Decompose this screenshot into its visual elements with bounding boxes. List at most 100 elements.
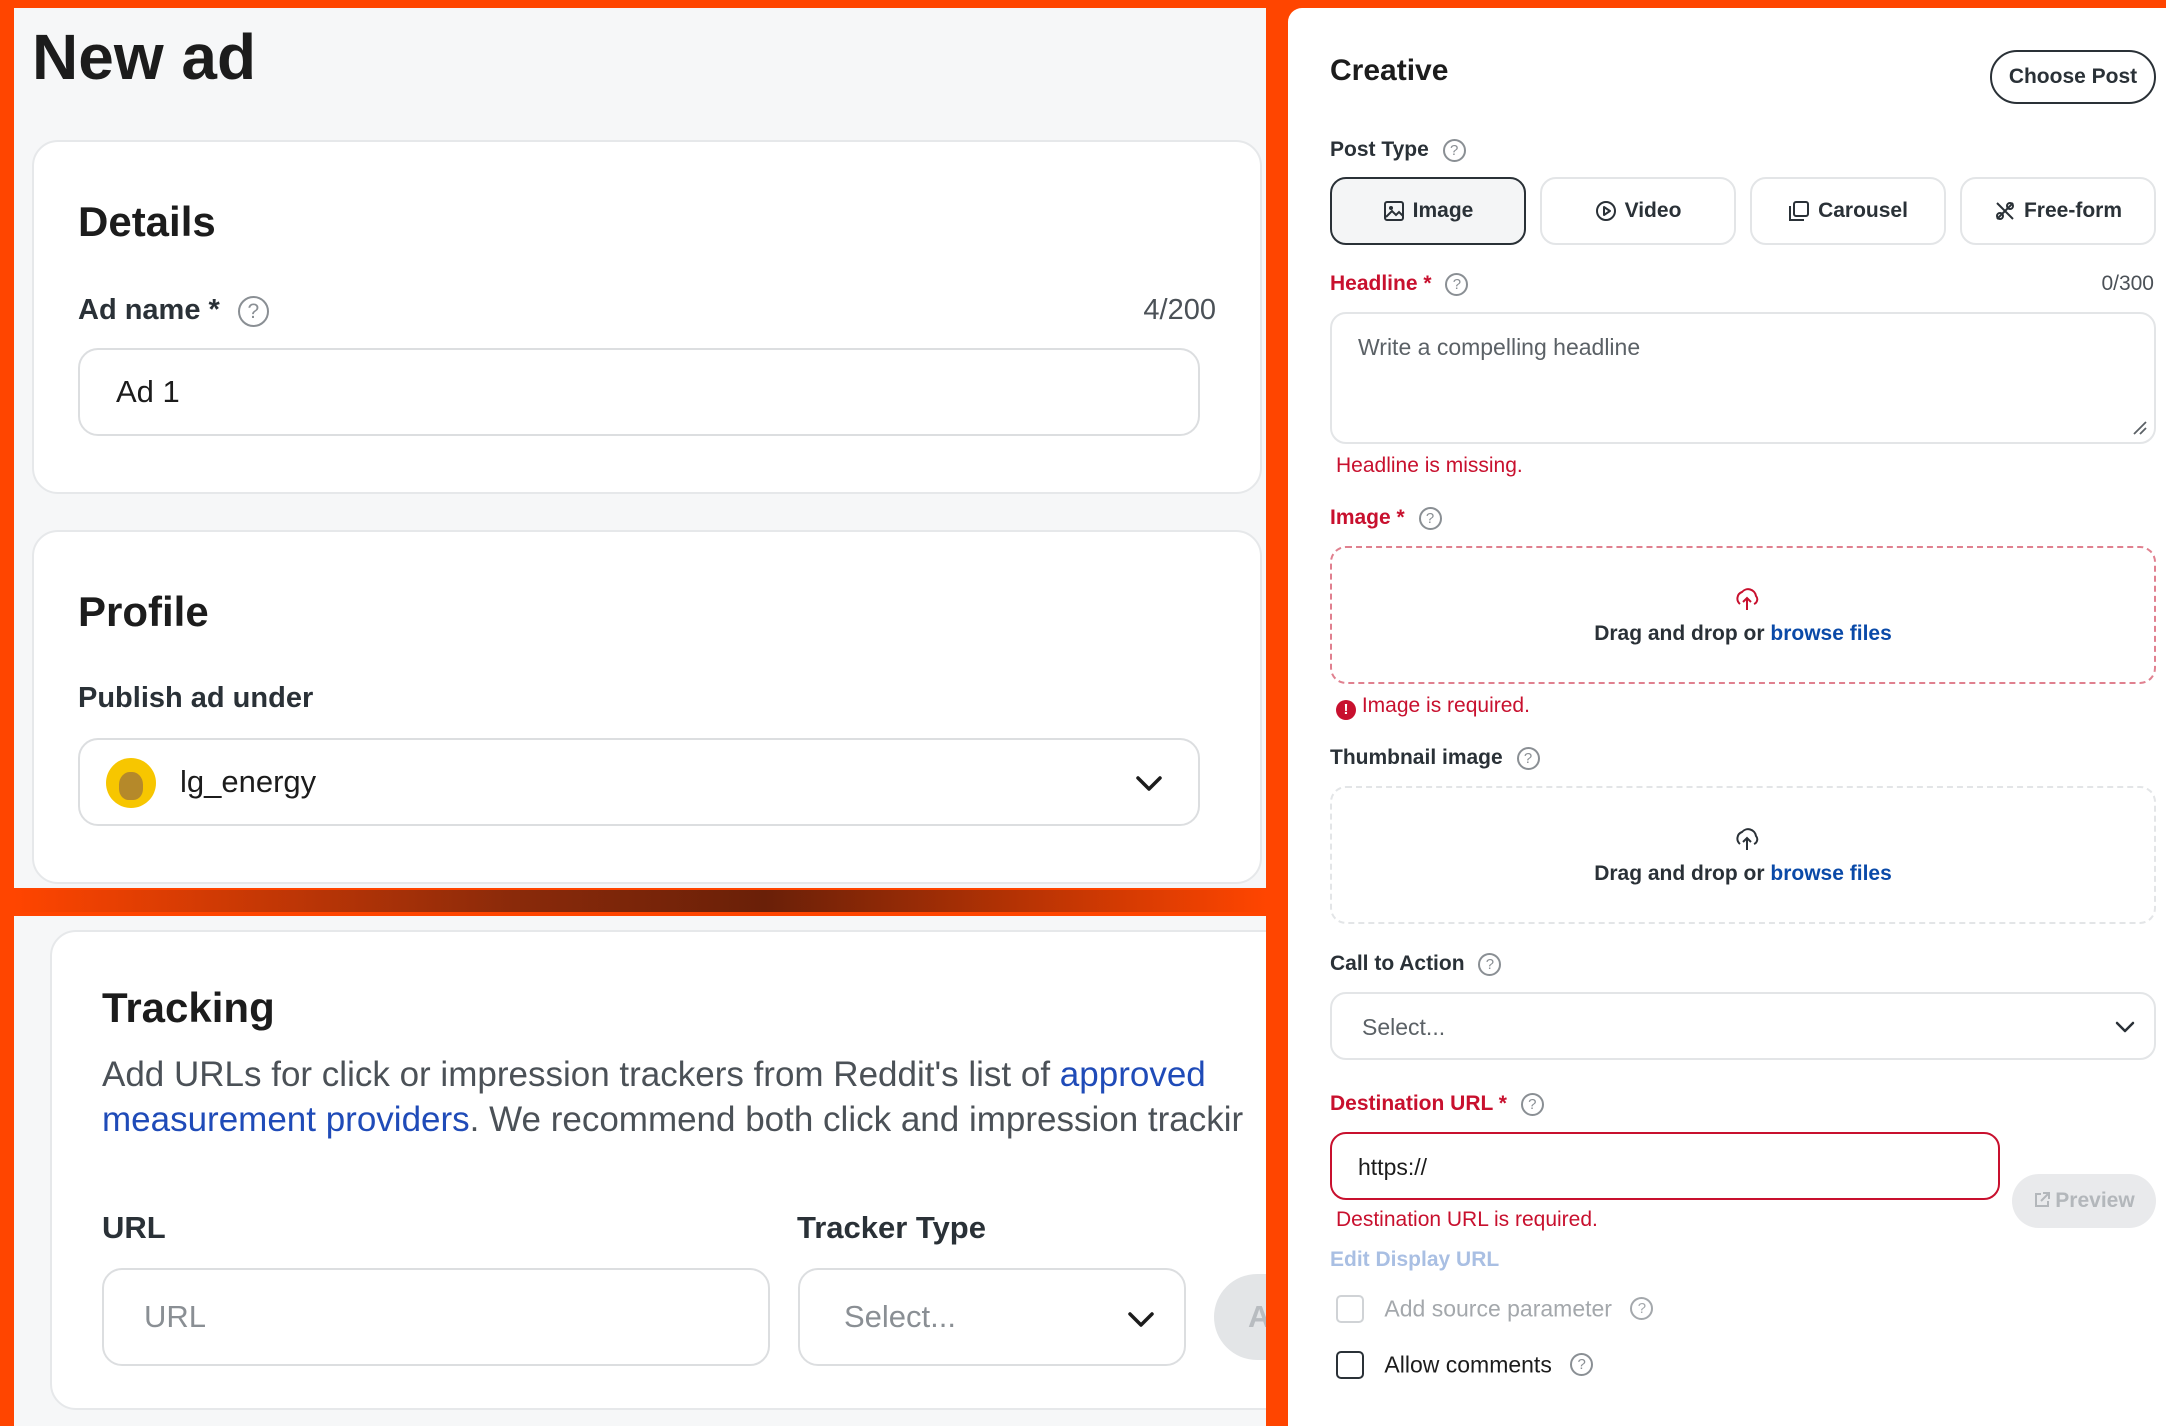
image-error: ! Image is required. [1336,694,1530,720]
post-type-video-label: Video [1624,199,1682,222]
destination-url-error: Destination URL is required. [1336,1208,1598,1231]
url-input[interactable]: URL [102,1268,770,1366]
page-title: New ad [32,21,257,93]
tracking-description: Add URLs for click or impression tracker… [102,1052,1266,1142]
thumbnail-label-text: Thumbnail image [1330,746,1503,769]
choose-post-label: Choose Post [2008,65,2138,88]
image-dropzone[interactable]: Drag and drop or browse files [1330,546,2156,684]
tracker-type-select[interactable]: Select... [798,1268,1186,1366]
image-label-text: Image * [1330,506,1405,529]
post-type-carousel-label: Carousel [1818,199,1908,222]
ad-name-input[interactable]: Ad 1 [78,348,1200,436]
destination-url-help-icon[interactable]: ? [1520,1092,1544,1116]
url-placeholder: URL [144,1299,207,1334]
headline-placeholder: Write a compelling headline [1358,334,1641,360]
tracking-title: Tracking [102,984,275,1031]
external-link-icon [2035,1192,2051,1207]
destination-url-label-text: Destination URL * [1330,1092,1507,1115]
chevron-down-icon [2115,1021,2135,1033]
post-type-help-icon[interactable]: ? [1442,138,1466,162]
details-title: Details [78,198,216,245]
measurement-providers-link[interactable]: measurement providers [102,1100,470,1139]
allow-comments-checkbox[interactable] [1336,1350,1364,1379]
add-source-parameter-row: Add source parameter ? [1336,1294,1654,1323]
thumbnail-drop-label: Drag and drop or [1594,862,1771,885]
profile-value: lg_energy [180,764,317,799]
allow-comments-help-icon[interactable]: ? [1570,1353,1594,1377]
video-icon [1595,201,1616,221]
post-type-video-button[interactable]: Video [1540,177,1736,245]
ad-name-label: Ad name * ? [78,294,269,327]
chevron-down-icon [1136,776,1162,791]
ad-name-value: Ad 1 [116,374,180,409]
free-form-icon [1995,202,2014,220]
publish-under-label: Publish ad under [78,682,314,714]
headline-error: Headline is missing. [1336,454,1523,477]
url-label: URL [102,1210,166,1245]
headline-label: Headline * ? [1330,272,1469,296]
post-type-free-form-button[interactable]: Free-form [1960,177,2156,245]
tracking-desc-text-2: . We recommend both click and impression… [469,1100,1244,1139]
image-icon [1383,201,1404,221]
headline-help-icon[interactable]: ? [1445,272,1469,296]
post-type-image-button[interactable]: Image [1330,177,1526,245]
ad-name-label-text: Ad name * [78,294,220,326]
ad-details-panel: New ad Details Ad name * ? 4/200 Ad 1 Pr… [14,8,1266,888]
image-help-icon[interactable]: ? [1418,506,1442,530]
thumbnail-dropzone[interactable]: Drag and drop or browse files [1330,786,2156,924]
headline-label-text: Headline * [1330,272,1432,295]
panel-divider [14,890,1266,912]
profile-card: Profile Publish ad under lg_energy [32,530,1262,884]
profile-avatar [106,758,156,808]
headline-counter: 0/300 [2101,272,2154,295]
cta-label: Call to Action ? [1330,952,1502,976]
post-type-free-form-label: Free-form [2023,199,2123,222]
cta-help-icon[interactable]: ? [1478,952,1502,976]
tracker-type-value: Select... [844,1299,956,1334]
image-error-text: Image is required. [1361,694,1530,717]
creative-title: Creative [1330,54,1449,87]
details-card: Details Ad name * ? 4/200 Ad 1 [32,140,1262,494]
add-source-parameter-checkbox[interactable] [1336,1294,1364,1323]
cta-select[interactable]: Select... [1330,992,2156,1060]
post-type-image-label: Image [1412,199,1474,222]
profile-select[interactable]: lg_energy [78,738,1200,826]
cta-value: Select... [1362,1014,1446,1040]
approved-providers-link[interactable]: approved [1060,1055,1206,1094]
image-browse-link[interactable]: browse files [1770,622,1891,645]
tracker-type-label: Tracker Type [797,1210,986,1245]
post-type-label-text: Post Type [1330,138,1429,161]
destination-url-value: https:// [1358,1154,1428,1180]
tracking-card: Tracking Add URLs for click or impressio… [50,930,1266,1410]
carousel-icon [1789,201,1810,221]
cta-label-text: Call to Action [1330,952,1465,975]
upload-icon [1736,588,1759,610]
destination-url-label: Destination URL * ? [1330,1092,1544,1116]
ad-name-help-icon[interactable]: ? [237,295,269,327]
choose-post-button[interactable]: Choose Post [1990,50,2156,104]
error-icon: ! [1336,700,1356,720]
headline-textarea[interactable]: Write a compelling headline [1330,312,2156,444]
preview-label: Preview [2055,1189,2135,1212]
tracking-desc-text: Add URLs for click or impression tracker… [102,1055,1060,1094]
image-label: Image * ? [1330,506,1442,530]
image-drop-text: Drag and drop or browse files [1332,622,2154,646]
chevron-down-icon [1128,1312,1154,1327]
add-source-help-icon[interactable]: ? [1630,1297,1654,1321]
add-source-parameter-label: Add source parameter [1384,1295,1612,1322]
destination-url-input[interactable]: https:// [1330,1132,2000,1200]
add-tracker-button[interactable]: A [1214,1274,1266,1360]
resize-handle-icon[interactable] [2130,418,2148,436]
ad-name-counter: 4/200 [1143,294,1216,326]
preview-button[interactable]: Preview [2012,1174,2156,1228]
edit-display-url-link[interactable]: Edit Display URL [1330,1248,1499,1272]
post-type-carousel-button[interactable]: Carousel [1750,177,1946,245]
thumbnail-label: Thumbnail image ? [1330,746,1540,770]
thumbnail-browse-link[interactable]: browse files [1770,862,1891,885]
tracking-panel: Tracking Add URLs for click or impressio… [14,916,1266,1426]
add-tracker-label: A [1248,1299,1266,1334]
thumbnail-drop-text: Drag and drop or browse files [1332,862,2154,886]
post-type-label: Post Type ? [1330,138,1466,162]
thumbnail-help-icon[interactable]: ? [1516,746,1540,770]
profile-title: Profile [78,588,209,635]
